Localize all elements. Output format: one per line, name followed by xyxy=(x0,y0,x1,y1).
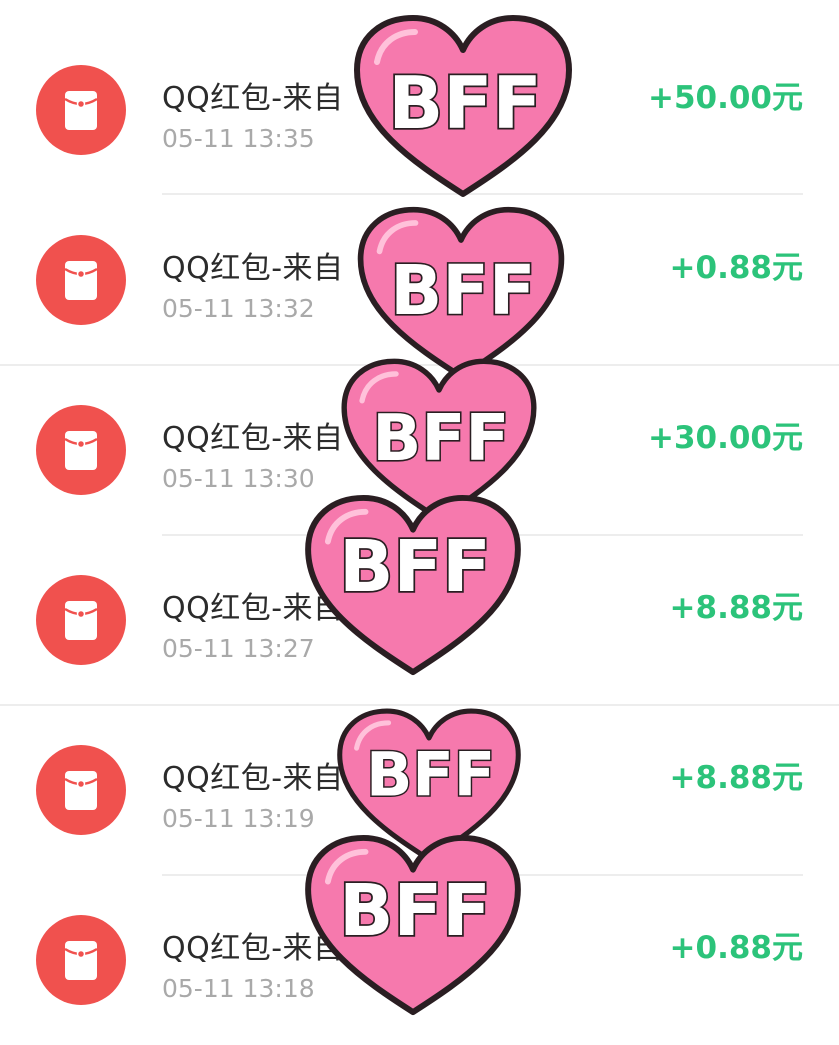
transaction-time: 05-11 13:18 xyxy=(162,974,315,1003)
transaction-time: 05-11 13:27 xyxy=(162,634,315,663)
red-envelope-icon xyxy=(36,915,126,1005)
transaction-amount: +30.00元 xyxy=(647,420,803,456)
transaction-time: 05-11 13:35 xyxy=(162,124,315,153)
red-envelope-icon xyxy=(36,405,126,495)
sticker-text: BFF xyxy=(390,252,535,331)
red-envelope-icon xyxy=(36,575,126,665)
transaction-title: QQ红包-来自 xyxy=(162,761,344,796)
transaction-time: 05-11 13:32 xyxy=(162,294,315,323)
sticker-text: BFF xyxy=(388,61,541,145)
heart-sticker: BFF xyxy=(305,494,521,676)
transaction-title: QQ红包-来自 xyxy=(162,251,344,286)
transaction-amount: +50.00元 xyxy=(647,80,803,116)
sticker-text: BFF xyxy=(372,401,509,476)
heart-sticker: BFF xyxy=(305,834,521,1016)
sticker-text: BFF xyxy=(339,869,491,952)
transaction-amount: +0.88元 xyxy=(669,250,803,286)
transaction-amount: +8.88元 xyxy=(669,590,803,626)
red-envelope-icon xyxy=(36,235,126,325)
sticker-text: BFF xyxy=(366,740,495,810)
transaction-time: 05-11 13:19 xyxy=(162,804,315,833)
red-envelope-icon xyxy=(36,65,126,155)
transaction-title: QQ红包-来自 xyxy=(162,81,344,116)
transaction-time: 05-11 13:30 xyxy=(162,464,315,493)
sticker-text: BFF xyxy=(339,525,491,608)
transaction-amount: +8.88元 xyxy=(669,760,803,796)
red-envelope-icon xyxy=(36,745,126,835)
transaction-title: QQ红包-来自 xyxy=(162,421,344,456)
heart-sticker: BFF xyxy=(354,15,572,197)
transaction-amount: +0.88元 xyxy=(669,930,803,966)
